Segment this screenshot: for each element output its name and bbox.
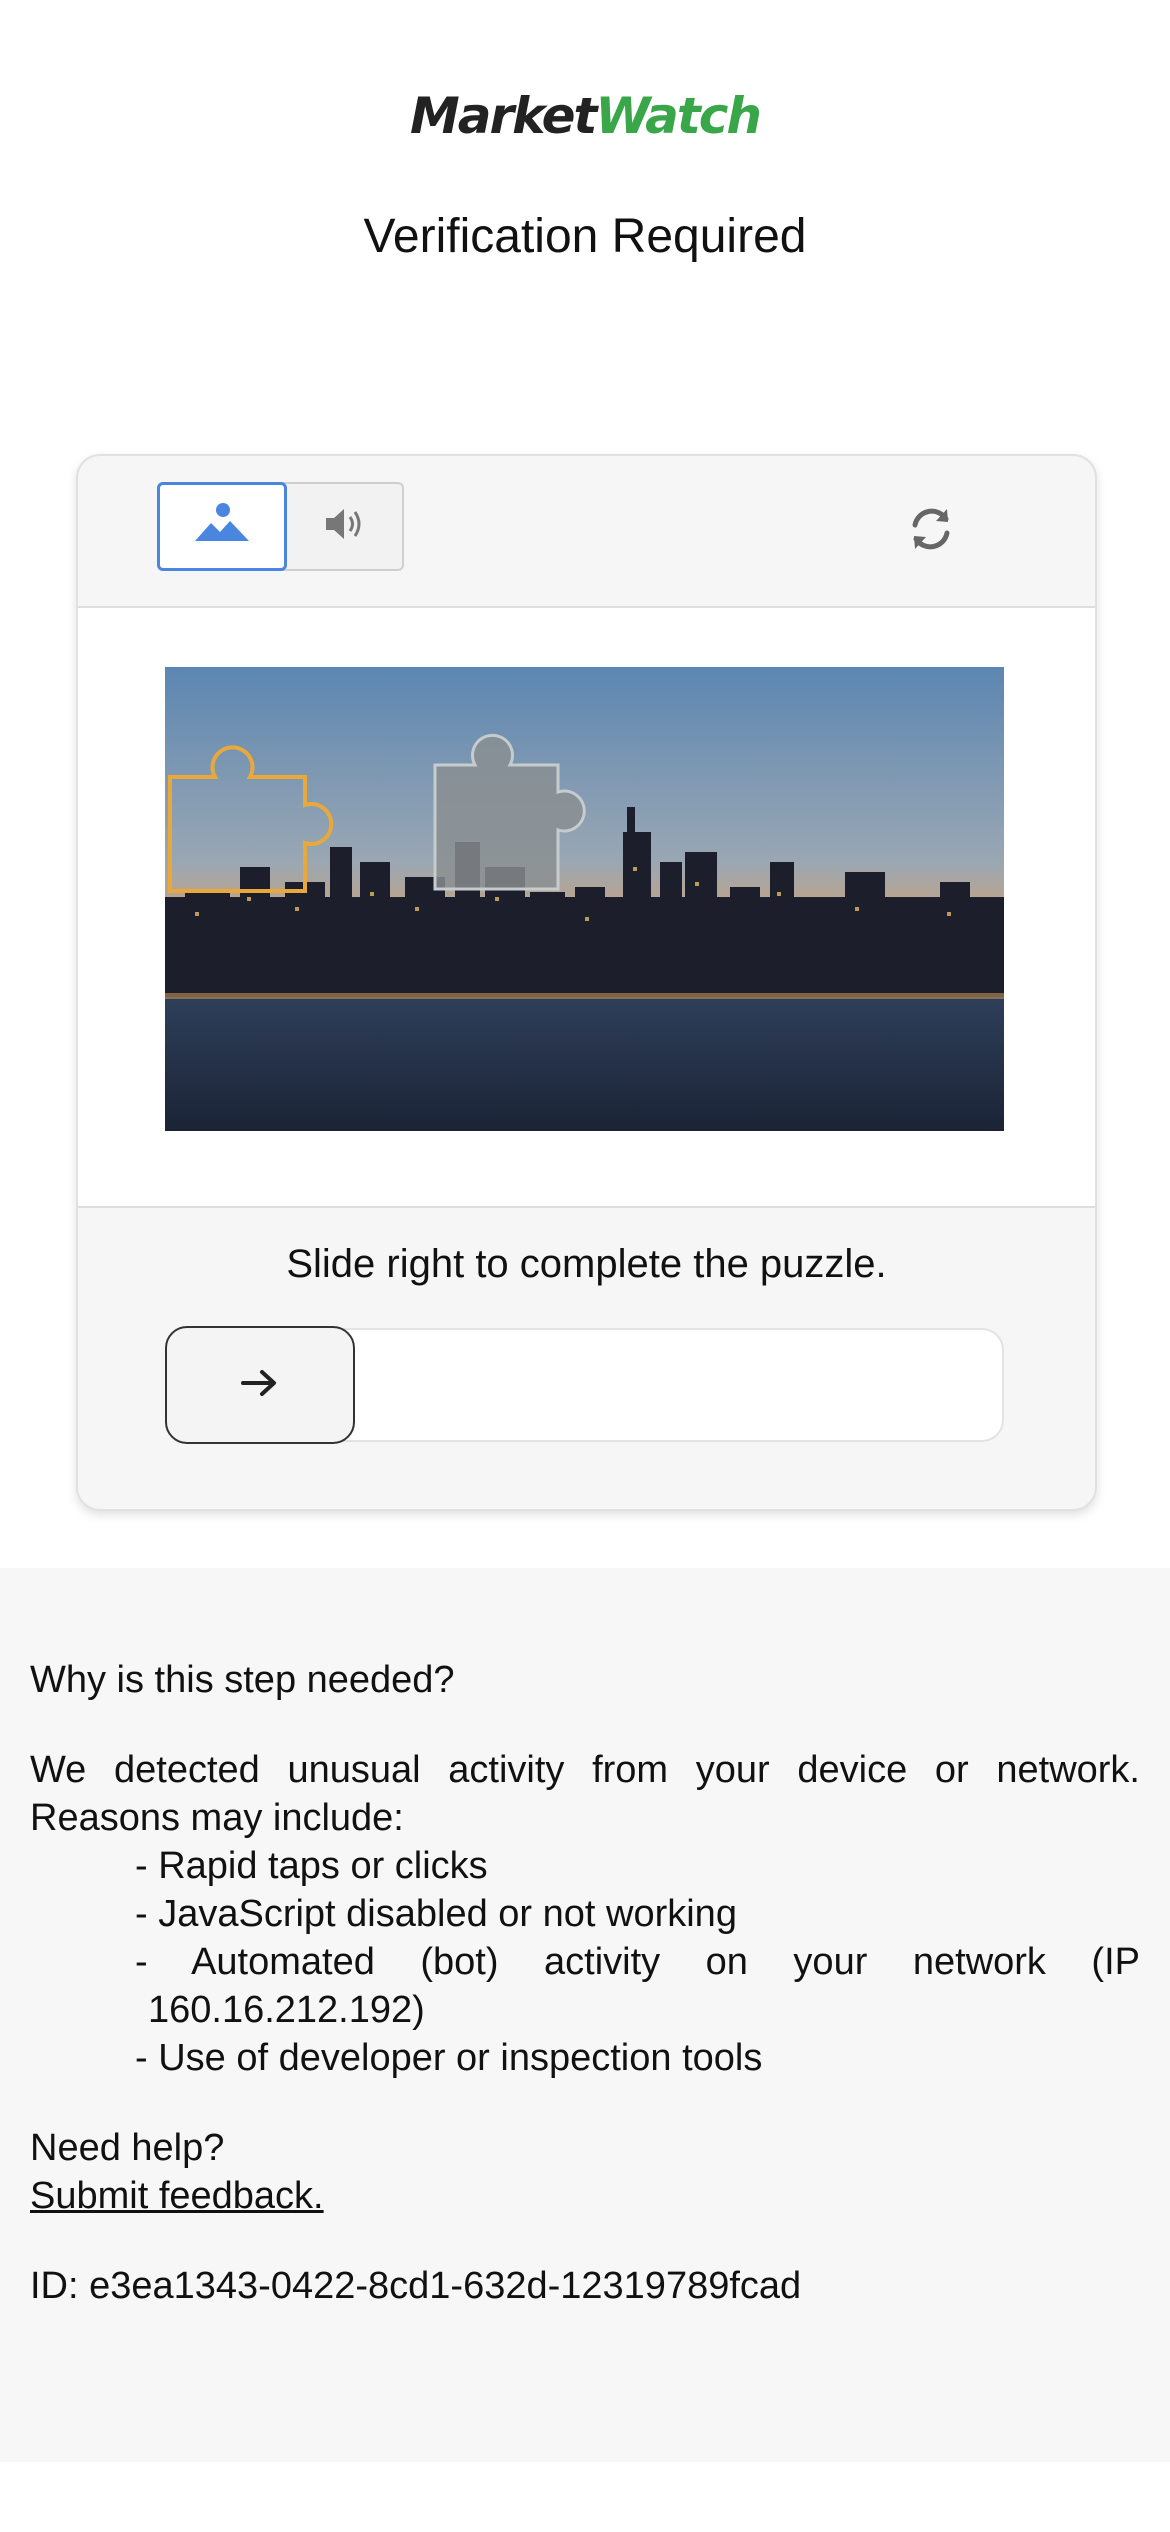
logo-text-market: Market xyxy=(409,87,597,145)
slider-handle[interactable] xyxy=(165,1326,355,1444)
image-challenge-tab[interactable] xyxy=(157,482,287,571)
info-explanation: We detected unusual activity from your d… xyxy=(30,1749,1140,1791)
submit-feedback-link[interactable]: Submit feedback. xyxy=(30,2175,324,2217)
info-reasons-intro: Reasons may include: xyxy=(30,1797,404,1839)
arrow-right-icon xyxy=(239,1366,281,1405)
marketwatch-logo: MarketWatch xyxy=(0,86,1170,146)
refresh-icon xyxy=(903,501,959,562)
reference-id: ID: e3ea1343-0422-8cd1-632d-12319789fcad xyxy=(30,2265,802,2307)
reason-item: - JavaScript disabled or not working xyxy=(135,1893,737,1935)
mountain-image-icon xyxy=(193,501,251,552)
reason-item-ip: 160.16.212.192) xyxy=(148,1989,425,2031)
captcha-card: Slide right to complete the puzzle. xyxy=(76,454,1097,1511)
reason-item: - Use of developer or inspection tools xyxy=(135,2037,763,2079)
help-label: Need help? xyxy=(30,2127,225,2169)
captcha-image-area xyxy=(78,606,1095,1208)
reason-item: - Rapid taps or clicks xyxy=(135,1845,488,1887)
page-title: Verification Required xyxy=(363,210,807,263)
info-question: Why is this step needed? xyxy=(30,1659,455,1701)
captcha-instruction: Slide right to complete the puzzle. xyxy=(286,1242,887,1286)
info-section: Why is this step needed? We detected unu… xyxy=(0,1568,1170,2462)
logo-text-watch: Watch xyxy=(595,87,762,145)
refresh-button[interactable] xyxy=(901,501,961,561)
puzzle-image xyxy=(165,667,1004,1131)
reason-item: - Automated (bot) activity on your netwo… xyxy=(135,1941,1140,1983)
captcha-toolbar xyxy=(78,456,1095,606)
speaker-icon xyxy=(322,506,370,547)
challenge-type-tabs xyxy=(157,482,404,571)
audio-challenge-tab[interactable] xyxy=(289,484,402,569)
